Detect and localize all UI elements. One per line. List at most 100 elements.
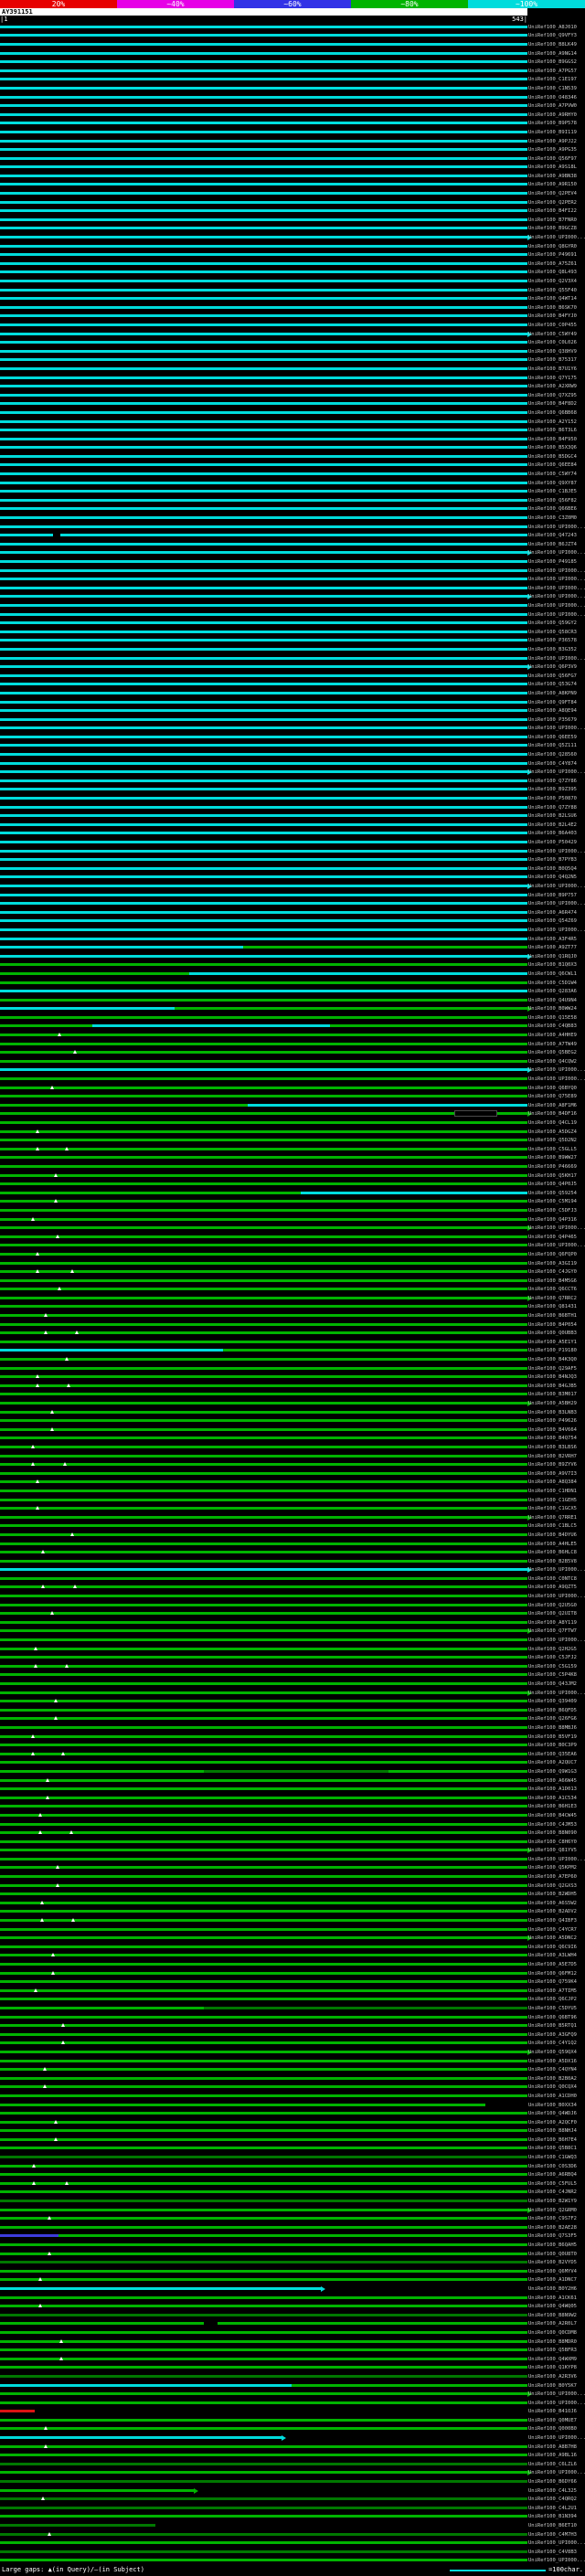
hit-label[interactable]: UniRef100_B9Z395 [528,787,577,792]
hit-bar[interactable] [0,2548,527,2557]
hit-label[interactable]: UniRef100_Q58CR3 [528,630,577,635]
hit-label[interactable]: UniRef100_Q5Z111 [528,743,577,748]
hit-label[interactable]: UniRef100_Q6C9I6 [528,1945,577,1950]
hit-label[interactable]: UniRef100_B2W1Y9 [528,2199,577,2204]
hit-bar[interactable] [0,891,527,900]
hit-label[interactable]: UniRef100_C5M194 [528,1199,577,1204]
hit-label[interactable]: UniRef100_UPI000... [528,656,585,662]
hit-bar[interactable] [0,1145,527,1154]
hit-label[interactable]: UniRef100_Q283A6 [528,989,577,994]
hit-bar[interactable] [0,838,527,847]
hit-bar[interactable] [0,847,527,856]
hit-label[interactable]: UniRef100_C4JGY0 [528,1269,577,1275]
hit-label[interactable]: UniRef100_B0Q5Q4 [528,866,577,872]
hit-label[interactable]: UniRef100_Q0MUE7 [528,2418,577,2423]
hit-label[interactable]: UniRef100_Q4Q2N5 [528,875,577,880]
hit-label[interactable]: UniRef100_B4F950 [528,437,577,442]
hit-label[interactable]: UniRef100_Q7XZ95 [528,393,577,398]
hit-bar[interactable] [0,1487,527,1496]
hit-bar[interactable] [0,637,527,646]
hit-label[interactable]: UniRef100_A7EP60 [528,1874,577,1880]
hit-bar[interactable] [0,1347,527,1356]
hit-bar[interactable] [0,269,527,278]
hit-label[interactable]: UniRef100_Q6P3V9 [528,664,577,670]
hit-label[interactable]: UniRef100_Q2GXS3 [528,1883,577,1889]
hit-bar[interactable] [0,32,527,41]
hit-bar[interactable] [0,1820,527,1829]
hit-bar[interactable] [0,1118,527,1128]
hit-bar[interactable] [0,2145,527,2154]
hit-bar[interactable] [0,172,527,181]
hit-bar[interactable] [0,1969,527,1978]
hit-bar[interactable] [0,1408,527,1417]
hit-bar[interactable] [0,1794,527,1803]
hit-bar[interactable] [0,1198,527,1207]
hit-label[interactable]: UniRef100_B5RTQ1 [528,2023,577,2029]
hit-bar[interactable] [0,2065,527,2074]
hit-bar[interactable] [0,1811,527,1820]
hit-bar[interactable] [0,1171,527,1181]
hit-label[interactable]: UniRef100_Q5BFR3 [528,2348,577,2353]
hit-bar[interactable] [0,1653,527,1662]
hit-bar[interactable] [0,2460,527,2469]
hit-label[interactable]: UniRef100_B9GCZ8 [528,226,577,231]
hit-bar[interactable] [0,523,527,532]
hit-label[interactable]: UniRef100_Q5D2N2 [528,1138,577,1143]
hit-bar[interactable] [0,418,527,427]
hit-label[interactable]: UniRef100_Q38HV9 [528,349,577,355]
hit-bar[interactable] [0,1750,527,1759]
hit-label[interactable]: UniRef100_B2L4E2 [528,822,577,828]
hit-bar[interactable] [0,2040,527,2049]
hit-bar[interactable] [0,1364,527,1373]
hit-label[interactable]: UniRef100_C4L2U1 [528,2506,577,2511]
hit-label[interactable]: UniRef100_A5BH29 [528,1401,577,1406]
hit-label[interactable]: UniRef100_UPI000... [528,577,585,582]
hit-label[interactable]: UniRef100_Q6CCT6 [528,1287,577,1292]
hit-label[interactable]: UniRef100_Q4CL19 [528,1120,577,1126]
hit-label[interactable]: UniRef100_Q9XY87 [528,481,577,486]
hit-bar[interactable] [0,1048,527,1057]
hit-bar[interactable] [0,1355,527,1364]
hit-bar[interactable] [0,1180,527,1189]
hit-label[interactable]: UniRef100_P36578 [528,638,577,643]
hit-label[interactable]: UniRef100_B4DYU6 [528,1532,577,1538]
hit-bar[interactable] [0,882,532,891]
hit-bar[interactable] [0,2311,527,2320]
hit-bar[interactable] [0,101,527,111]
hit-bar[interactable] [0,1855,527,1864]
hit-label[interactable]: UniRef100_Q2H2G5 [528,1647,577,1652]
hit-label[interactable]: UniRef100_A5E1Y1 [528,1340,577,1345]
hit-label[interactable]: UniRef100_C1N539 [528,86,577,91]
hit-label[interactable]: UniRef100_Q56F97 [528,156,577,162]
hit-label[interactable]: UniRef100_Q0U8T0 [528,2252,577,2257]
hit-label[interactable]: UniRef100_C5FUL5 [528,2181,577,2187]
hit-bar[interactable] [0,382,527,391]
hit-label[interactable]: UniRef100_A5DGZ4 [528,1129,577,1135]
hit-bar[interactable] [0,654,527,663]
hit-bar[interactable] [0,1110,532,1119]
hit-label[interactable]: UniRef100_Q9VFY3 [528,33,577,38]
hit-label[interactable]: UniRef100_B4Q754 [528,1436,577,1441]
hit-label[interactable]: UniRef100_UPI000... [528,884,585,889]
hit-label[interactable]: UniRef100_Q35EA6 [528,1752,577,1757]
hit-bar[interactable] [0,400,527,409]
hit-bar[interactable] [0,1601,527,1610]
hit-bar[interactable] [0,1469,527,1479]
hit-bar[interactable] [0,1803,527,1812]
hit-bar[interactable] [0,996,527,1005]
hit-bar[interactable] [0,2276,527,2285]
hit-bar[interactable] [0,2197,527,2206]
hit-label[interactable]: UniRef100_A8KPN9 [528,691,577,696]
hit-label[interactable]: UniRef100_A8Y119 [528,1620,577,1626]
hit-label[interactable]: UniRef100_A1CK61 [528,2295,577,2301]
hit-bar[interactable] [0,531,527,540]
hit-label[interactable]: UniRef100_B3G352 [528,647,577,652]
hit-bar[interactable] [0,505,527,514]
hit-label[interactable]: UniRef100_UPI000... [528,1567,585,1573]
hit-label[interactable]: UniRef100_B6A403 [528,831,577,836]
hit-bar[interactable] [0,2118,527,2127]
hit-bar[interactable] [0,1636,527,1645]
hit-bar[interactable] [0,1522,527,1532]
hit-label[interactable]: UniRef100_A7TIM5 [528,1988,577,1994]
hit-label[interactable]: UniRef100_UPI000... [528,568,585,574]
